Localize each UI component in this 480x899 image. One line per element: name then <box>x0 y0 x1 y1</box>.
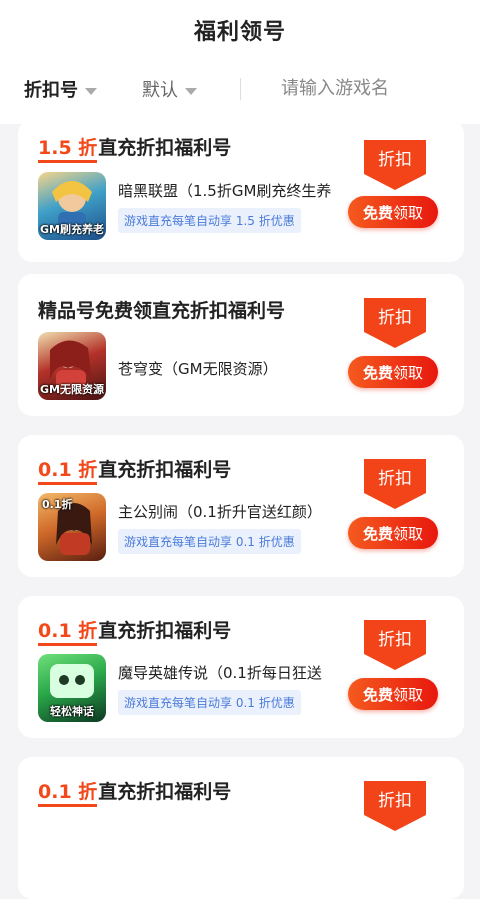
badge-label: 折扣 <box>378 469 412 489</box>
card-title-text: 精品号免费领直充折扣福利号 <box>38 300 286 322</box>
game-icon-text: GM无限资源 <box>40 383 104 396</box>
discount-description: 游戏直充每笔自动享 0.1 折优惠 <box>118 529 301 554</box>
claim-rest: 领取 <box>393 524 424 543</box>
card-title-text: 直充折扣福利号 <box>98 137 232 159</box>
discount-badge: 折扣 <box>364 298 426 350</box>
game-name: 苍穹变（GM无限资源） <box>118 360 278 378</box>
claim-rest: 领取 <box>393 685 424 704</box>
badge-label: 折扣 <box>378 791 412 811</box>
page-title: 福利领号 <box>193 20 286 45</box>
divider <box>240 78 241 100</box>
discount-highlight: 0.1 折 <box>38 620 98 646</box>
list-item[interactable]: 1.5 折直充折扣福利号 GM刷充养老 暗黑联盟（1.5折GM刷充终生养 游戏直… <box>18 120 464 262</box>
list-item[interactable]: 0.1 折直充折扣福利号 0.1折 主公别闹（0.1折升官送红颜） 游戏直充每笔… <box>18 435 464 577</box>
claim-bold: 免费 <box>362 203 393 222</box>
discount-badge: 折扣 <box>364 140 426 192</box>
game-name: 暗黑联盟（1.5折GM刷充终生养 <box>118 182 332 200</box>
claim-bold: 免费 <box>362 524 393 543</box>
chevron-down-icon <box>85 87 97 95</box>
badge-label: 折扣 <box>378 630 412 650</box>
discount-description: 游戏直充每笔自动享 0.1 折优惠 <box>118 690 301 715</box>
discount-badge: 折扣 <box>364 781 426 833</box>
claim-button[interactable]: 免费领取 <box>348 678 438 710</box>
sort-label: 折扣号 <box>24 80 78 101</box>
discount-highlight: 1.5 折 <box>38 137 98 163</box>
list-item[interactable]: 0.1 折直充折扣福利号 折扣 <box>18 757 464 899</box>
card-title-text: 直充折扣福利号 <box>98 620 232 642</box>
discount-description: 游戏直充每笔自动享 1.5 折优惠 <box>118 208 301 233</box>
card-title: 0.1 折直充折扣福利号 <box>38 616 232 646</box>
game-icon: 0.1折 <box>38 493 106 561</box>
claim-bold: 免费 <box>362 363 393 382</box>
chevron-down-icon <box>185 87 197 95</box>
claim-button[interactable]: 免费领取 <box>348 517 438 549</box>
card-title: 精品号免费领直充折扣福利号 <box>38 296 285 323</box>
game-name: 主公别闹（0.1折升官送红颜） <box>118 503 322 521</box>
game-icon: GM无限资源 <box>38 332 106 400</box>
default-label: 默认 <box>142 80 178 101</box>
claim-rest: 领取 <box>393 203 424 222</box>
claim-bold: 免费 <box>362 685 393 704</box>
game-icon-text: 轻松神话 <box>50 705 94 718</box>
claim-button[interactable]: 免费领取 <box>348 196 438 228</box>
card-title: 1.5 折直充折扣福利号 <box>38 133 232 163</box>
discount-badge: 折扣 <box>364 459 426 511</box>
game-icon: 轻松神话 <box>38 654 106 722</box>
card-title: 0.1 折直充折扣福利号 <box>38 455 232 485</box>
filter-bar: 折扣号 默认 <box>0 68 480 108</box>
game-icon-text: 0.1折 <box>42 498 73 511</box>
header: 福利领号 折扣号 默认 <box>0 0 480 124</box>
claim-button[interactable]: 免费领取 <box>348 356 438 388</box>
game-icon-text: GM刷充养老 <box>40 223 104 236</box>
discount-highlight: 0.1 折 <box>38 459 98 485</box>
card-title-text: 直充折扣福利号 <box>98 459 232 481</box>
search-input[interactable] <box>281 74 461 102</box>
default-order-dropdown[interactable]: 默认 <box>142 76 197 102</box>
game-name: 魔导英雄传说（0.1折每日狂送 <box>118 664 322 682</box>
badge-label: 折扣 <box>378 150 412 170</box>
badge-label: 折扣 <box>378 308 412 328</box>
claim-rest: 领取 <box>393 363 424 382</box>
list-item[interactable]: 精品号免费领直充折扣福利号 GM无限资源 苍穹变（GM无限资源） 折扣 免费领取 <box>18 274 464 416</box>
sort-dropdown[interactable]: 折扣号 <box>24 76 97 102</box>
game-icon: GM刷充养老 <box>38 172 106 240</box>
discount-highlight: 0.1 折 <box>38 781 98 807</box>
list-item[interactable]: 0.1 折直充折扣福利号 轻松神话 魔导英雄传说（0.1折每日狂送 游戏直充每笔… <box>18 596 464 738</box>
discount-badge: 折扣 <box>364 620 426 672</box>
